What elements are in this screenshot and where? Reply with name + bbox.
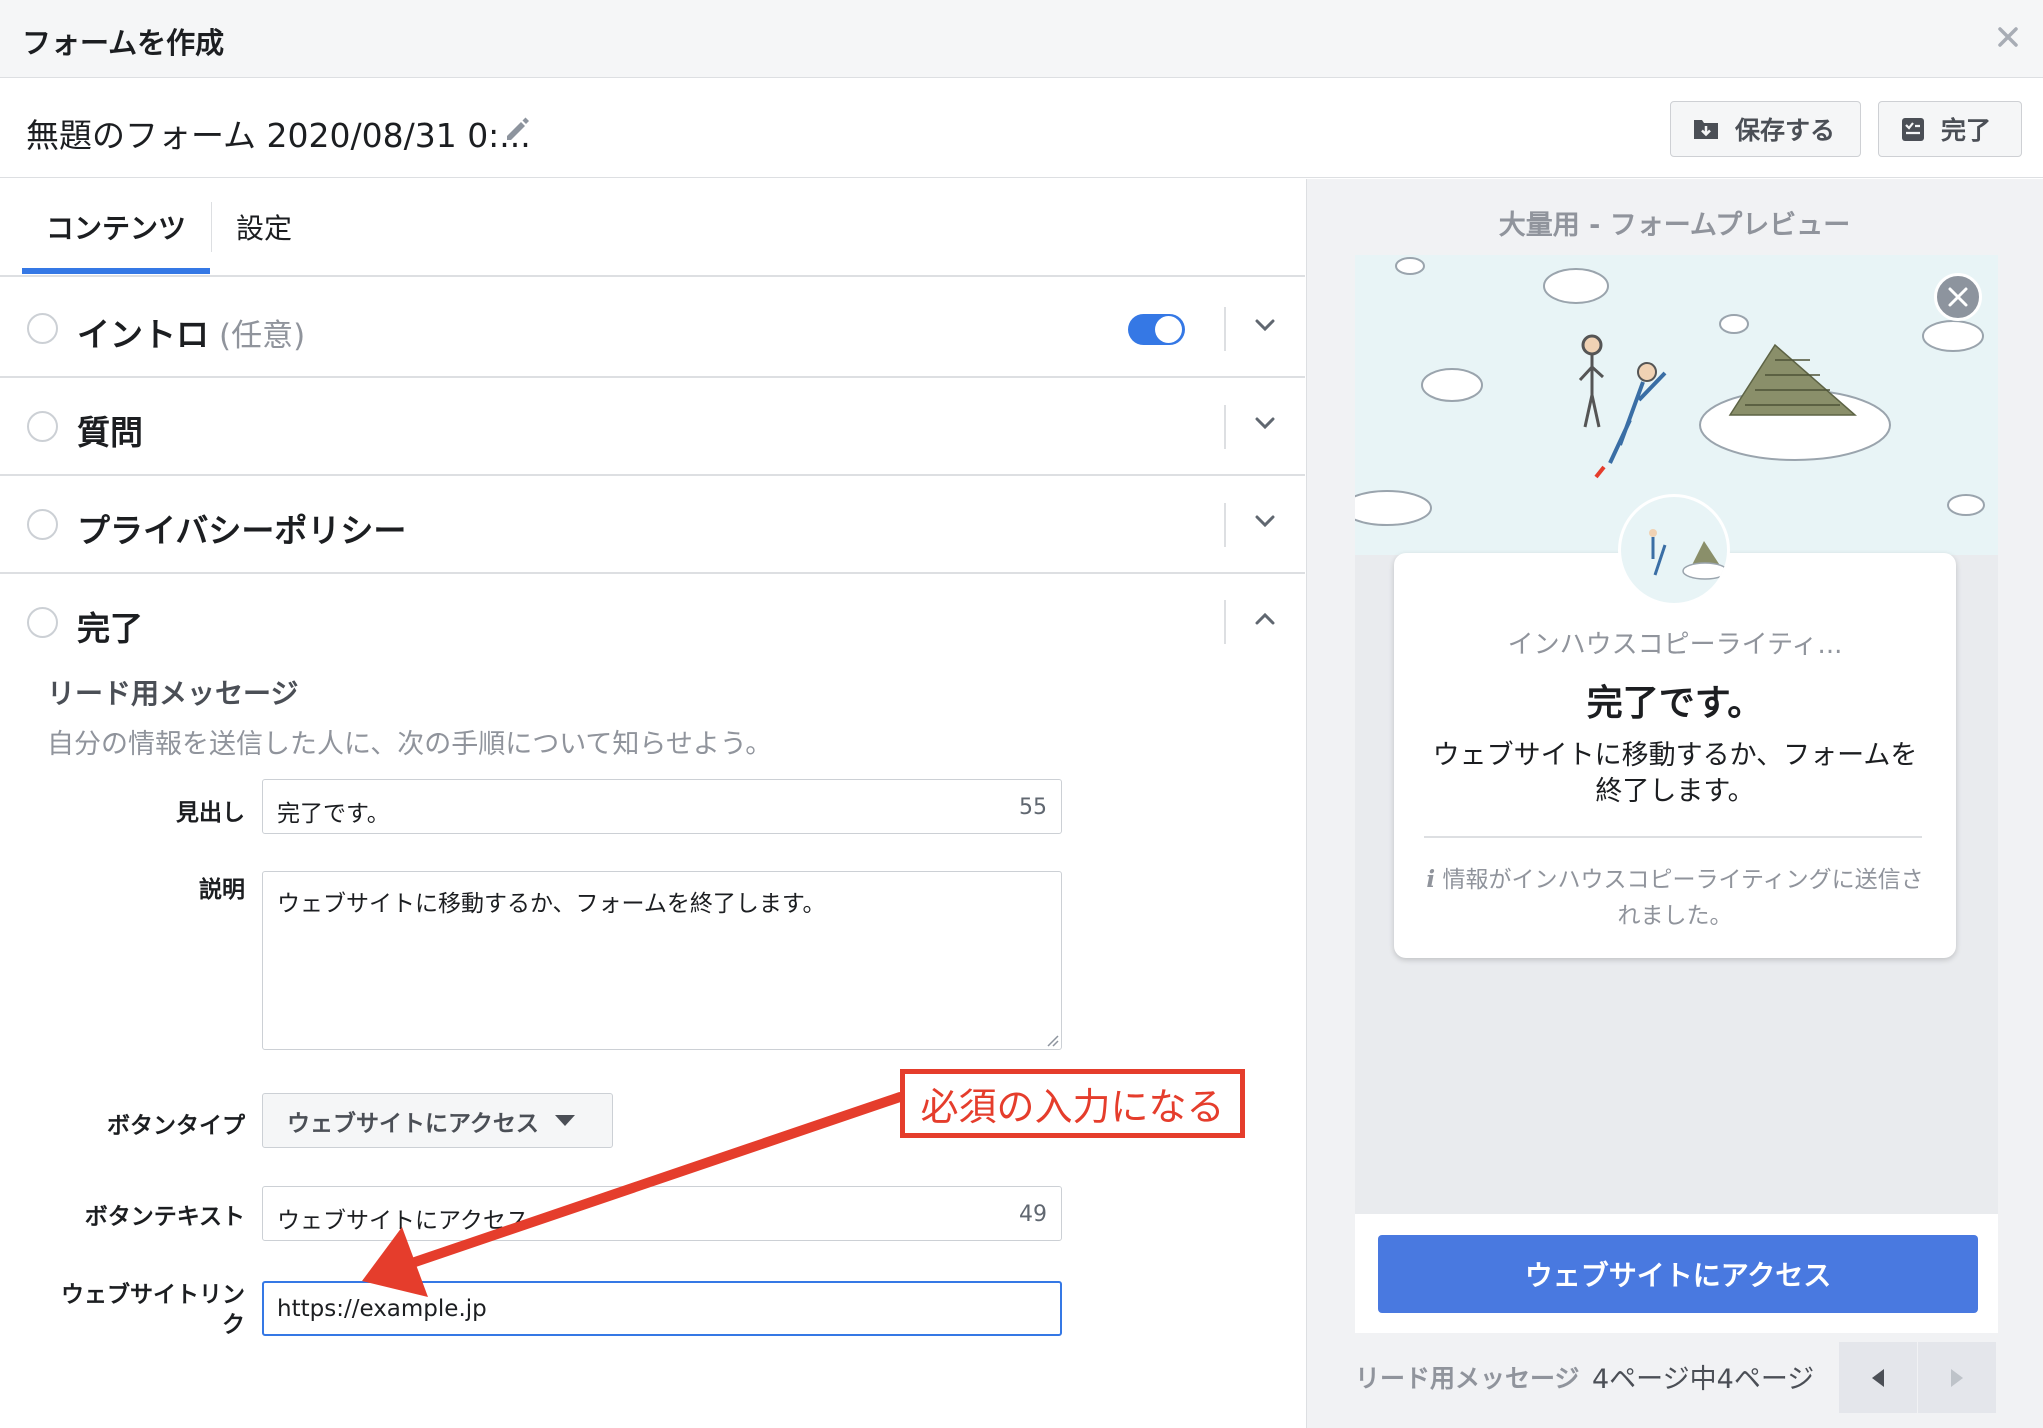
done-button-label: 完了 [1941, 116, 1992, 145]
section-questions[interactable] [0, 380, 1305, 476]
website-link-input-value: https://example.jp [277, 1296, 487, 1322]
resize-handle-icon[interactable] [1043, 1031, 1059, 1047]
description-textarea[interactable]: ウェブサイトに移動するか、フォームを終了します。 [262, 871, 1062, 1050]
caret-right-icon [1951, 1368, 1963, 1387]
tab-divider [211, 202, 212, 252]
preview-note: i 情報がインハウスコピーライティングに送信されました。 [1424, 862, 1926, 934]
preview-description: ウェブサイトに移動するか、フォームを終了します。 [1432, 740, 1918, 807]
pencil-icon[interactable] [502, 114, 532, 144]
lead-message-description: 自分の情報を送信した人に、次の手順について知らせよう。 [47, 729, 773, 760]
dropdown-triangle-icon [554, 1114, 575, 1126]
section-privacy-radio[interactable] [27, 509, 58, 540]
button-text-label: ボタンテキスト [84, 1204, 245, 1230]
company-avatar [1618, 494, 1730, 606]
website-link-input[interactable]: https://example.jp [262, 1281, 1062, 1336]
intro-toggle-knob [1155, 316, 1182, 343]
section-divider [1224, 600, 1226, 644]
save-button-label: 保存する [1735, 116, 1836, 145]
chevron-down-icon[interactable] [1250, 310, 1280, 340]
done-button[interactable]: 完了 [1878, 101, 2022, 157]
button-type-select[interactable]: ウェブサイトにアクセス [262, 1093, 613, 1148]
description-textarea-value: ウェブサイトに移動するか、フォームを終了します。 [277, 891, 826, 917]
pager-next-button[interactable] [1918, 1342, 1996, 1413]
chevron-down-icon[interactable] [1250, 506, 1280, 536]
section-divider [1224, 307, 1226, 351]
dialog-header [0, 0, 2043, 78]
pager-section-label: リード用メッセージ [1355, 1364, 1580, 1393]
website-link-label-line2: ク [222, 1312, 245, 1338]
chevron-up-icon[interactable] [1250, 604, 1280, 634]
caret-left-icon [1872, 1368, 1884, 1387]
preview-note-text: 情報がインハウスコピーライティングに送信されました。 [1442, 867, 1924, 929]
preview-cta-button[interactable]: ウェブサイトにアクセス [1378, 1235, 1978, 1313]
headline-label: 見出し [176, 800, 245, 826]
tab-content[interactable]: コンテンツ [22, 179, 210, 274]
section-questions-radio[interactable] [27, 411, 58, 442]
active-tab-indicator [22, 268, 210, 274]
download-folder-icon [1694, 120, 1718, 139]
section-completion-title: 完了 [77, 609, 143, 648]
pager-prev-button[interactable] [1839, 1342, 1917, 1413]
form-name: 無題のフォーム 2020/08/31 0:... [26, 116, 531, 155]
button-text-input-value: ウェブサイトにアクセス [277, 1208, 529, 1234]
section-intro-optional: (任意) [219, 318, 306, 354]
lead-message-heading: リード用メッセージ [47, 677, 299, 710]
section-privacy-title: プライバシーポリシー [77, 511, 407, 550]
website-link-label: ウェブサイトリン ク [20, 1280, 245, 1340]
button-text-input[interactable]: ウェブサイトにアクセス 49 [262, 1186, 1062, 1241]
section-intro-radio[interactable] [27, 313, 58, 344]
headline-input-value: 完了です。 [277, 801, 390, 827]
section-divider [1224, 503, 1226, 547]
button-type-value: ウェブサイトにアクセス [287, 1110, 539, 1137]
headline-input[interactable]: 完了です。 55 [262, 779, 1062, 834]
pager-page-count: 4ページ中4ページ [1592, 1364, 1815, 1395]
description-label: 説明 [199, 877, 245, 903]
preview-close-icon[interactable] [1934, 273, 1982, 321]
section-intro-title: イントロ (任意) [77, 308, 305, 356]
button-text-counter: 49 [1019, 1202, 1047, 1227]
checklist-icon [1902, 118, 1924, 141]
save-button[interactable]: 保存する [1670, 101, 1861, 157]
close-icon[interactable] [1991, 20, 2025, 54]
website-link-label-line1: ウェブサイトリン [61, 1282, 245, 1308]
section-questions-title: 質問 [77, 413, 143, 452]
info-icon: i [1426, 866, 1436, 893]
dialog-title: フォームを作成 [22, 26, 225, 60]
section-divider [1224, 405, 1226, 449]
section-completion-radio[interactable] [27, 607, 58, 638]
section-intro-label: イントロ [77, 315, 209, 354]
annotation-callout: 必須の入力になる [900, 1069, 1245, 1138]
button-type-label: ボタンタイプ [107, 1113, 245, 1139]
preview-title: 大量用 - フォームプレビュー [1498, 210, 1851, 241]
headline-counter: 55 [1019, 795, 1047, 820]
card-divider [1424, 836, 1922, 838]
preview-company-name: インハウスコピーライティ... [1507, 630, 1843, 660]
preview-headline: 完了です。 [1586, 683, 1764, 724]
tab-settings[interactable]: 設定 [236, 179, 292, 274]
chevron-down-icon[interactable] [1250, 408, 1280, 438]
